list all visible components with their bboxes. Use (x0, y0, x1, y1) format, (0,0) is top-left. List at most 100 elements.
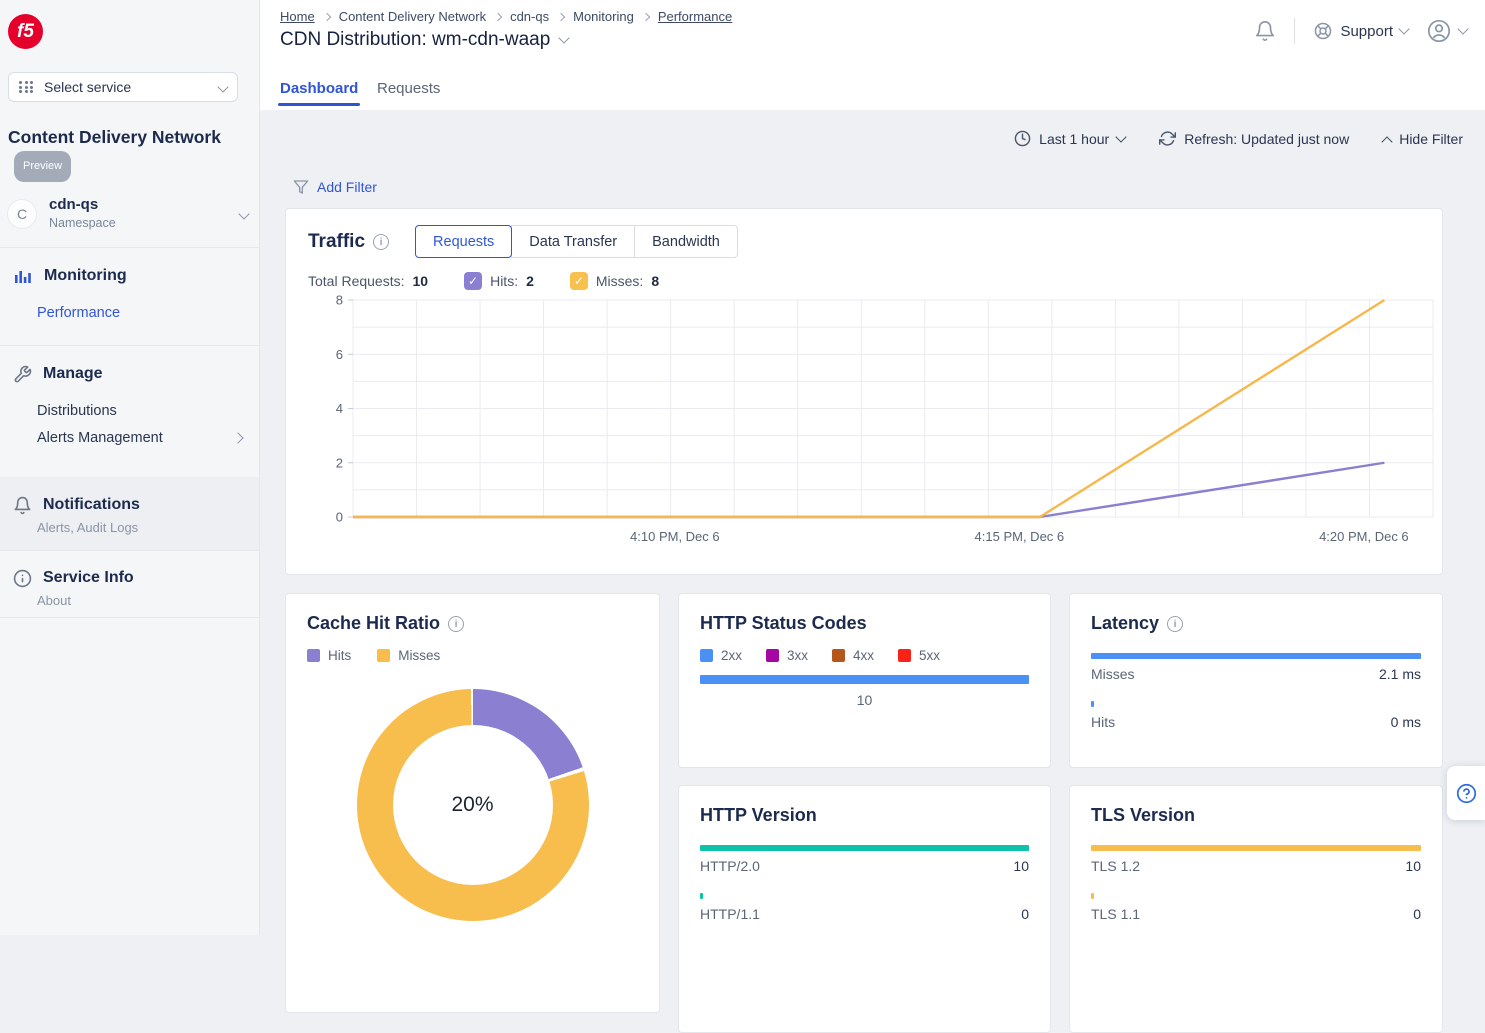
page-title: CDN Distribution: wm-cdn-waap (280, 29, 550, 51)
legend-swatch (898, 649, 911, 662)
traffic-card: Traffic i Requests Data Transfer Bandwid… (285, 208, 1443, 575)
legend-swatch (307, 649, 320, 662)
stat-value: 0 (1021, 906, 1029, 922)
service-selector[interactable]: Select service (8, 72, 238, 102)
life-buoy-icon (1313, 21, 1333, 41)
info-icon (13, 569, 32, 588)
funnel-icon (293, 179, 309, 195)
sidebar-item-alerts-management[interactable]: Alerts Management (0, 430, 234, 446)
add-filter-button[interactable]: Add Filter (293, 179, 377, 195)
traffic-tab-data-transfer[interactable]: Data Transfer (511, 225, 635, 258)
sidebar-item-notifications[interactable]: Notifications Alerts, Audit Logs (0, 477, 259, 550)
misses-value: 8 (651, 273, 659, 289)
chevron-down-icon (1457, 23, 1468, 34)
bell-icon (1254, 20, 1276, 42)
stat-value: 0 (1413, 906, 1421, 922)
legend-item-2xx: 2xx (700, 648, 742, 663)
traffic-tab-bandwidth[interactable]: Bandwidth (634, 225, 738, 258)
breadcrumb: Home Content Delivery Network cdn-qs Mon… (280, 9, 732, 24)
stat-label: Hits (1091, 714, 1115, 730)
refresh-icon (1159, 130, 1176, 147)
breadcrumb-performance[interactable]: Performance (658, 9, 732, 24)
svg-text:0: 0 (336, 510, 343, 525)
http-version-title: HTTP Version (700, 805, 817, 826)
stat-label: TLS 1.1 (1091, 906, 1140, 922)
cache-hit-ratio-card: Cache Hit Ratio i Hits Misses 20% (285, 593, 660, 1013)
legend-label: Hits (328, 648, 351, 663)
total-requests-label: Total Requests: (308, 273, 405, 289)
sidebar-item-manage[interactable]: Manage (0, 359, 260, 389)
bar-chart-icon (13, 266, 33, 286)
help-button[interactable] (1447, 766, 1485, 820)
svg-text:4:15 PM, Dec 6: 4:15 PM, Dec 6 (975, 529, 1065, 544)
http2-bar (700, 845, 1029, 851)
chevron-down-icon (238, 208, 249, 219)
total-requests-value: 10 (413, 273, 429, 289)
stat-label: Misses (1091, 666, 1135, 682)
info-icon[interactable]: i (1167, 616, 1183, 632)
hide-filter-button[interactable]: Hide Filter (1383, 131, 1463, 147)
help-icon (1456, 783, 1477, 804)
clock-icon (1014, 130, 1031, 147)
time-range-selector[interactable]: Last 1 hour (1014, 130, 1125, 147)
wrench-icon (13, 365, 32, 384)
stat-label: HTTP/1.1 (700, 906, 760, 922)
traffic-title: Traffic (308, 231, 365, 253)
main-content: Last 1 hour Refresh: Updated just now Hi… (260, 110, 1485, 935)
namespace-selector[interactable]: C cdn-qs Namespace (0, 190, 260, 238)
http-version-card: HTTP Version HTTP/2.0 10 HTTP/1.1 0 (678, 785, 1051, 1033)
breadcrumb-monitoring[interactable]: Monitoring (573, 9, 634, 24)
svg-text:4:10 PM, Dec 6: 4:10 PM, Dec 6 (630, 529, 720, 544)
misses-checkbox[interactable]: ✓ (570, 272, 588, 290)
misses-label: Misses: (596, 273, 643, 289)
hits-checkbox[interactable]: ✓ (464, 272, 482, 290)
sidebar-item-subtitle: About (0, 593, 260, 608)
tls-version-card: TLS Version TLS 1.210 TLS 1.10 (1069, 785, 1443, 1033)
tab-requests[interactable]: Requests (377, 80, 440, 97)
legend-item-5xx: 5xx (898, 648, 940, 663)
legend-swatch (832, 649, 845, 662)
sidebar-item-performance[interactable]: Performance (0, 305, 260, 321)
svg-text:4: 4 (336, 401, 343, 416)
hits-label: Hits: (490, 273, 518, 289)
divider (1294, 18, 1295, 44)
cache-hit-percentage: 20% (451, 793, 493, 817)
legend-label: 2xx (721, 648, 742, 663)
notifications-bell-button[interactable] (1254, 20, 1276, 42)
sidebar-item-distributions[interactable]: Distributions (0, 403, 260, 419)
sidebar-item-label: Monitoring (44, 267, 127, 285)
latency-hits-stat: Hits0 ms (1091, 701, 1421, 730)
sidebar-item-label: Notifications (43, 496, 140, 514)
info-icon[interactable]: i (373, 234, 389, 250)
user-account-menu[interactable] (1426, 18, 1467, 44)
stat-value: 10 (1013, 858, 1029, 874)
user-avatar-icon (1426, 18, 1452, 44)
svg-text:8: 8 (336, 294, 343, 308)
sidebar-item-monitoring[interactable]: Monitoring (0, 261, 260, 291)
support-menu[interactable]: Support (1313, 21, 1408, 41)
tls11-stat: TLS 1.1 0 (1091, 893, 1421, 922)
sidebar-item-label: Manage (43, 365, 103, 383)
info-icon[interactable]: i (448, 616, 464, 632)
latency-misses-stat: Misses 2.1 ms (1091, 653, 1421, 682)
breadcrumb-home[interactable]: Home (280, 9, 315, 24)
product-title: Content Delivery NetworkPreview (8, 124, 252, 182)
chevron-right-icon (232, 432, 243, 443)
tab-dashboard[interactable]: Dashboard (280, 80, 358, 97)
chevron-down-icon[interactable] (559, 32, 570, 43)
divider (0, 247, 260, 248)
breadcrumb-cdn[interactable]: Content Delivery Network (339, 9, 486, 24)
sidebar-item-service-info[interactable]: Service Info About (0, 563, 260, 608)
stat-value: 2.1 ms (1379, 666, 1421, 682)
http2-stat: HTTP/2.0 10 (700, 845, 1029, 874)
cache-donut-chart: 20% (357, 689, 589, 921)
add-filter-label: Add Filter (317, 179, 377, 195)
f5-logo[interactable]: f5 (8, 14, 43, 49)
breadcrumb-namespace[interactable]: cdn-qs (510, 9, 549, 24)
refresh-button[interactable]: Refresh: Updated just now (1159, 130, 1349, 147)
hide-filter-label: Hide Filter (1399, 131, 1463, 147)
traffic-tab-requests[interactable]: Requests (415, 225, 512, 258)
sidebar-item-subtitle: Alerts, Audit Logs (0, 520, 259, 535)
stat-label: HTTP/2.0 (700, 858, 760, 874)
legend-item-3xx: 3xx (766, 648, 808, 663)
